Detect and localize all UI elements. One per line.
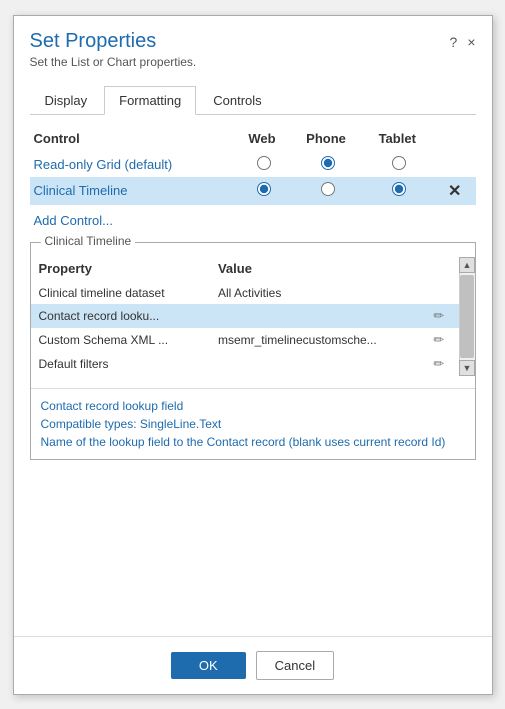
cancel-button[interactable]: Cancel — [256, 651, 334, 680]
prop-value-contact-lookup — [210, 304, 425, 328]
scrollbar-up-button[interactable]: ▲ — [459, 257, 475, 273]
table-row[interactable]: Contact record looku... ✏ — [31, 304, 459, 328]
dialog-title: Set Properties — [30, 30, 197, 53]
scrollbar-thumb[interactable] — [460, 275, 474, 358]
dialog-header-icons: ? × — [450, 34, 476, 50]
tab-controls[interactable]: Controls — [198, 86, 276, 115]
edit-contact-lookup-icon[interactable]: ✏ — [433, 308, 444, 323]
properties-table: Property Value Clinical timeline dataset… — [31, 257, 459, 376]
table-row: Read-only Grid (default) — [30, 152, 476, 177]
scrollbar-down-button[interactable]: ▼ — [459, 360, 475, 376]
close-icon[interactable]: × — [467, 34, 475, 50]
col-control: Control — [30, 127, 237, 152]
table-row: Default filters ✏ — [31, 352, 459, 376]
description-line2: Compatible types: SingleLine.Text — [41, 415, 465, 433]
radio-readonly-tablet[interactable] — [392, 156, 406, 170]
radio-readonly-web[interactable] — [257, 156, 271, 170]
dialog-footer: OK Cancel — [14, 636, 492, 694]
scrollbar: ▲ ▼ — [459, 257, 475, 376]
ok-button[interactable]: OK — [171, 652, 246, 679]
prop-name-custom-schema: Custom Schema XML ... — [31, 328, 210, 352]
prop-header-property: Property — [31, 257, 210, 282]
radio-clinical-tablet[interactable] — [392, 182, 406, 196]
timeline-section: Clinical Timeline Property Value — [30, 242, 476, 460]
timeline-section-legend: Clinical Timeline — [41, 234, 136, 248]
control-name-readonly-grid[interactable]: Read-only Grid (default) — [34, 157, 173, 172]
tabs-bar: Display Formatting Controls — [30, 85, 476, 115]
tab-formatting[interactable]: Formatting — [104, 86, 196, 115]
edit-custom-schema-icon[interactable]: ✏ — [433, 332, 444, 347]
control-name-clinical-timeline[interactable]: Clinical Timeline — [34, 183, 128, 198]
add-control-link[interactable]: Add Control... — [34, 213, 114, 228]
timeline-table-wrap: Property Value Clinical timeline dataset… — [31, 257, 459, 376]
prop-value-dataset: All Activities — [210, 282, 425, 304]
radio-clinical-web[interactable] — [257, 182, 271, 196]
tab-display[interactable]: Display — [30, 86, 103, 115]
description-line1: Contact record lookup field — [41, 397, 465, 415]
prop-value-default-filters — [210, 352, 425, 376]
table-row: Clinical Timeline ✕ — [30, 177, 476, 205]
controls-table: Control Web Phone Tablet Read-only Grid … — [30, 127, 476, 205]
col-tablet: Tablet — [364, 127, 434, 152]
prop-name-default-filters: Default filters — [31, 352, 210, 376]
table-row: Clinical timeline dataset All Activities — [31, 282, 459, 304]
description-line3: Name of the lookup field to the Contact … — [41, 433, 465, 451]
set-properties-dialog: Set Properties Set the List or Chart pro… — [13, 15, 493, 695]
delete-clinical-timeline-button[interactable]: ✕ — [444, 183, 465, 200]
col-phone: Phone — [292, 127, 365, 152]
col-web: Web — [236, 127, 291, 152]
dialog-header: Set Properties Set the List or Chart pro… — [14, 16, 492, 75]
prop-value-custom-schema: msemr_timelinecustomsche... — [210, 328, 425, 352]
help-icon[interactable]: ? — [450, 34, 458, 50]
dialog-title-area: Set Properties Set the List or Chart pro… — [30, 30, 197, 69]
timeline-inner: Property Value Clinical timeline dataset… — [31, 249, 475, 384]
dialog-subtitle: Set the List or Chart properties. — [30, 55, 197, 69]
prop-name-contact-lookup: Contact record looku... — [31, 304, 210, 328]
prop-header-value: Value — [210, 257, 425, 282]
table-row: Custom Schema XML ... msemr_timelinecust… — [31, 328, 459, 352]
edit-default-filters-icon[interactable]: ✏ — [433, 356, 444, 371]
dialog-body: Control Web Phone Tablet Read-only Grid … — [14, 115, 492, 636]
radio-readonly-phone[interactable] — [321, 156, 335, 170]
description-box: Contact record lookup field Compatible t… — [31, 388, 475, 459]
prop-name-dataset: Clinical timeline dataset — [31, 282, 210, 304]
radio-clinical-phone[interactable] — [321, 182, 335, 196]
